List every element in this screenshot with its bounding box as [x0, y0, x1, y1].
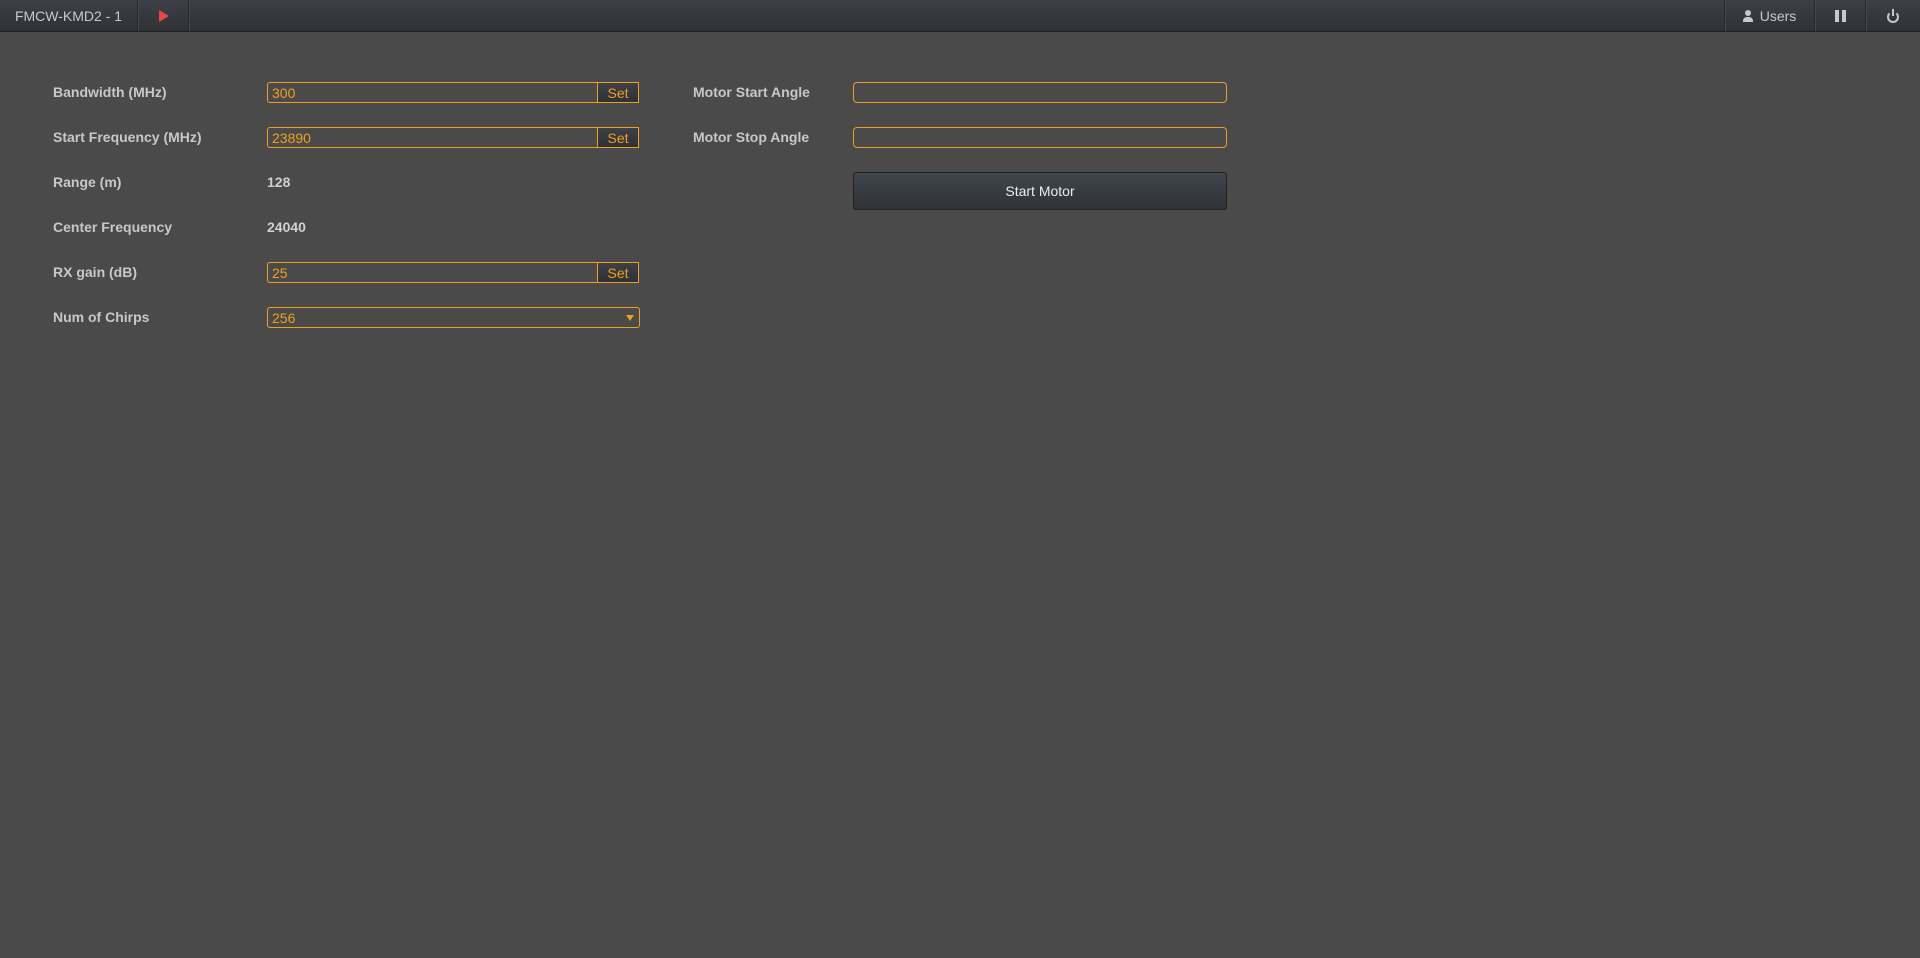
- range-value: 128: [267, 174, 291, 190]
- bandwidth-set-button[interactable]: Set: [597, 82, 639, 103]
- motor-start-angle-label: Motor Start Angle: [693, 84, 810, 100]
- play-icon: [158, 9, 169, 22]
- start-frequency-input[interactable]: [267, 127, 598, 148]
- chevron-down-icon: [626, 314, 634, 321]
- play-button[interactable]: [139, 0, 189, 31]
- pause-button[interactable]: [1815, 0, 1866, 31]
- top-bar: FMCW-KMD2 - 1 Users: [0, 0, 1920, 32]
- rx-gain-label: RX gain (dB): [53, 264, 137, 280]
- bandwidth-label: Bandwidth (MHz): [53, 84, 167, 100]
- center-frequency-label: Center Frequency: [53, 219, 173, 235]
- users-label: Users: [1759, 7, 1797, 24]
- start-motor-button[interactable]: Start Motor: [853, 172, 1227, 210]
- motor-stop-angle-label: Motor Stop Angle: [693, 129, 810, 145]
- users-button[interactable]: Users: [1724, 0, 1815, 31]
- num-chirps-label: Num of Chirps: [53, 309, 150, 325]
- range-label: Range (m): [53, 174, 122, 190]
- user-icon: [1742, 9, 1753, 22]
- power-icon: [1887, 8, 1899, 23]
- rx-gain-set-button[interactable]: Set: [597, 262, 639, 283]
- num-chirps-selected: 256: [272, 309, 296, 326]
- bandwidth-input[interactable]: [267, 82, 598, 103]
- power-button[interactable]: [1866, 0, 1920, 31]
- motor-start-angle-input[interactable]: [853, 82, 1227, 103]
- device-title[interactable]: FMCW-KMD2 - 1: [0, 0, 138, 31]
- num-chirps-select[interactable]: 256: [267, 307, 640, 328]
- start-frequency-set-button[interactable]: Set: [597, 127, 639, 148]
- pause-icon: [1834, 9, 1846, 22]
- motor-stop-angle-input[interactable]: [853, 127, 1227, 148]
- start-frequency-label: Start Frequency (MHz): [53, 129, 202, 145]
- rx-gain-input[interactable]: [267, 262, 598, 283]
- center-frequency-value: 24040: [267, 219, 306, 235]
